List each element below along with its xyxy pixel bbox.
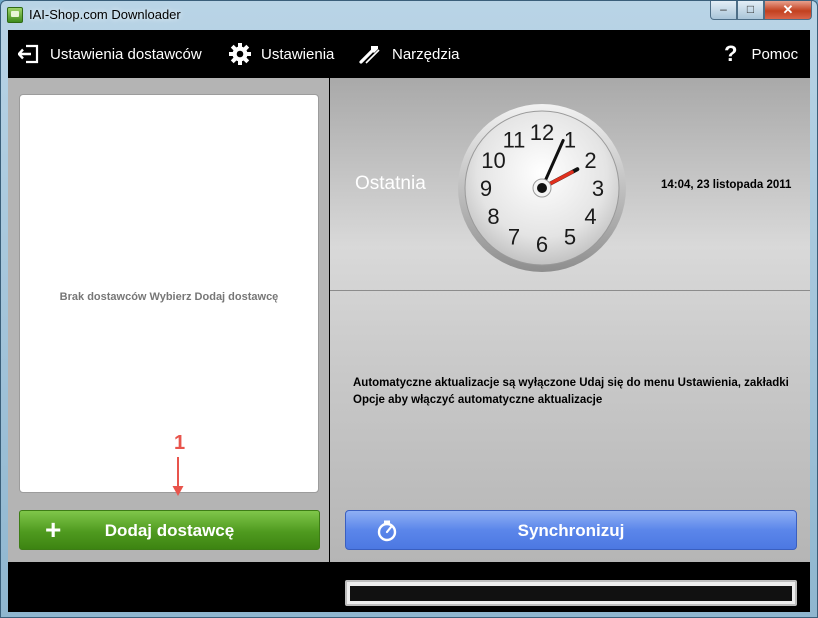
clock-number: 3	[592, 176, 604, 201]
maximize-button[interactable]: □	[737, 1, 764, 20]
annotation-arrow-icon	[172, 457, 184, 496]
clock-number: 7	[508, 224, 520, 249]
menu-supplier-settings-label: Ustawienia dostawców	[50, 45, 202, 63]
suppliers-panel: Brak dostawców Wybierz Dodaj dostawcę 1 …	[8, 78, 329, 562]
menu-supplier-settings[interactable]: Ustawienia dostawców	[18, 30, 202, 78]
question-icon: ?	[724, 41, 738, 66]
close-button[interactable]: ✕	[764, 1, 812, 20]
clock-number: 4	[584, 204, 596, 229]
wrench-icon	[359, 46, 380, 64]
clock-number: 12	[530, 120, 554, 145]
clock-number: 1	[564, 128, 576, 153]
menu-settings-label: Ustawienia	[261, 45, 335, 63]
clock-icon: 12 1234567891011	[458, 104, 626, 272]
menu-help[interactable]: ? Pomoc	[724, 30, 798, 78]
last-sync-label: Ostatnia	[355, 173, 426, 194]
clock-number: 2	[584, 148, 596, 173]
title-bar[interactable]: IAI-Shop.com Downloader – □ ✕	[1, 1, 817, 29]
annotation-number: 1	[174, 432, 186, 454]
synchronize-button[interactable]: Synchronizuj	[345, 510, 797, 550]
add-supplier-label: Dodaj dostawcę	[104, 521, 235, 540]
sync-progress-bar	[345, 580, 797, 606]
suppliers-empty-message: Brak dostawców Wybierz Dodaj dostawcę	[59, 291, 279, 303]
suppliers-list[interactable]: Brak dostawców Wybierz Dodaj dostawcę 1	[19, 94, 319, 496]
synchronize-label: Synchronizuj	[517, 521, 625, 540]
menu-bar: Ustawienia dostawców Ustawienia Narzędzi…	[8, 30, 810, 78]
menu-tools-label: Narzędzia	[392, 45, 460, 63]
clock-number: 8	[487, 204, 499, 229]
clock-number: 11	[503, 128, 526, 153]
add-supplier-button[interactable]: + Dodaj dostawcę	[19, 510, 320, 550]
menu-settings[interactable]: Ustawienia	[229, 30, 334, 78]
gear-icon	[229, 43, 251, 65]
app-icon	[7, 7, 23, 23]
exit-icon	[18, 44, 39, 64]
last-sync-datetime: 14:04, 23 listopada 2011	[661, 179, 792, 191]
menu-tools[interactable]: Narzędzia	[358, 30, 460, 78]
menu-help-label: Pomoc	[751, 45, 799, 63]
panel-divider	[330, 290, 810, 291]
clock-number: 9	[480, 176, 492, 201]
clock-number: 6	[536, 232, 548, 257]
minimize-button[interactable]: –	[710, 1, 737, 20]
auto-update-info: Automatyczne aktualizacje są wyłączone U…	[353, 377, 789, 406]
app-window: IAI-Shop.com Downloader – □ ✕ Ustawienia…	[0, 0, 818, 618]
sync-panel: Ostatnia 12 1 2 3 4 5 6 7 8 9 10 11 14:0…	[330, 78, 810, 562]
status-bar	[8, 562, 810, 612]
clock-number: 5	[564, 224, 576, 249]
window-title: IAI-Shop.com Downloader	[29, 7, 181, 22]
client-area: Ustawienia dostawców Ustawienia Narzędzi…	[8, 30, 810, 612]
sync-progress-track	[350, 586, 792, 601]
